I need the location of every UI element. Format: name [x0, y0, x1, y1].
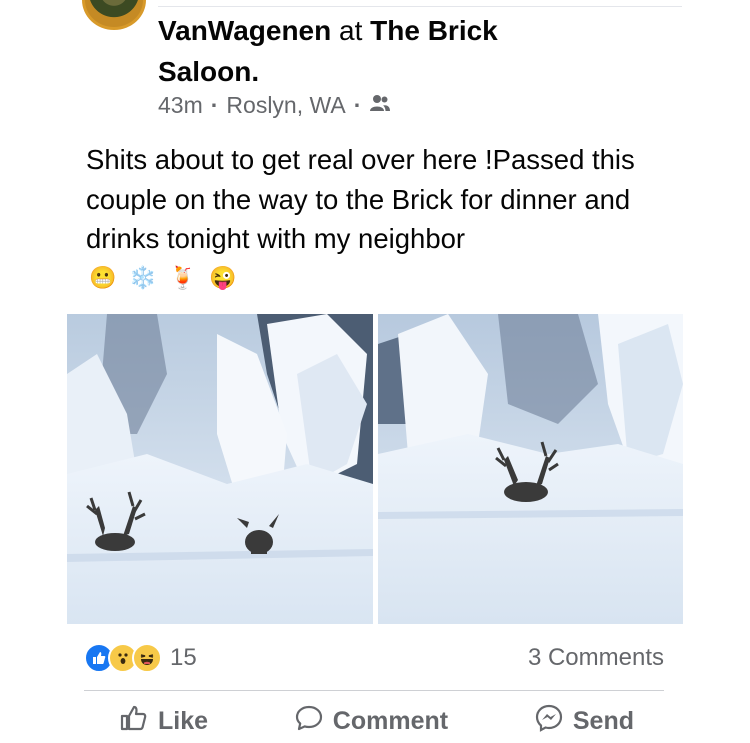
separator-dot: ·: [210, 92, 219, 118]
snowflake-icon: ❄️: [129, 265, 157, 290]
tropical-drink-icon: 🍹: [169, 265, 197, 290]
post-photo-left[interactable]: [67, 314, 373, 624]
reaction-summary[interactable]: 15: [84, 643, 197, 673]
send-button[interactable]: Send: [497, 700, 664, 743]
post-photo-right[interactable]: [378, 314, 683, 624]
post-text: Shits about to get real over here !Passe…: [86, 144, 635, 254]
speech-bubble-icon: [295, 705, 323, 738]
action-bar: Like Comment Send: [84, 700, 664, 743]
messenger-icon: [535, 704, 563, 739]
post-header: VanWagenen at The Brick Saloon.: [158, 10, 588, 92]
comments-count-link[interactable]: 3 Comments: [528, 644, 664, 672]
separator-dot: ·: [353, 92, 362, 118]
place-name-suffix[interactable]: Saloon.: [158, 56, 259, 87]
at-word: at: [339, 15, 363, 46]
top-divider: [158, 6, 682, 7]
reaction-count: 15: [170, 644, 197, 671]
like-button[interactable]: Like: [84, 700, 246, 743]
post-time[interactable]: 43m: [158, 92, 203, 119]
grimacing-face-icon: 😬: [89, 265, 117, 290]
thumbs-up-icon: [120, 705, 148, 738]
winking-tongue-face-icon: 😜: [209, 265, 237, 290]
actions-divider: [84, 690, 664, 691]
haha-icon: [132, 643, 162, 673]
comment-button[interactable]: Comment: [257, 700, 486, 743]
post-emoji-row: 😬 ❄️ 🍹 😜: [86, 261, 240, 295]
friends-icon: [369, 92, 391, 119]
post-stats: 15 3 Comments: [84, 642, 664, 674]
avatar[interactable]: [82, 0, 146, 30]
post-location[interactable]: Roslyn, WA: [226, 92, 345, 119]
author-name[interactable]: VanWagenen: [158, 15, 331, 46]
post-meta: 43m · Roslyn, WA ·: [158, 92, 391, 119]
place-name[interactable]: The Brick: [370, 15, 498, 46]
